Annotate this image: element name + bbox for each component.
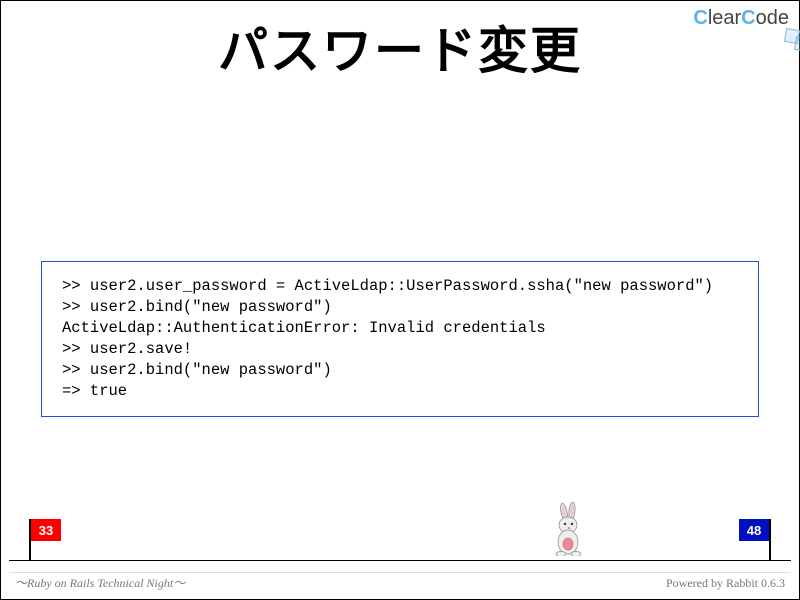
current-slide-number: 33 — [39, 523, 53, 538]
total-slide-flag: 48 — [739, 519, 769, 541]
footer-divider — [9, 572, 791, 573]
footer-powered-by: Powered by Rabbit 0.6.3 — [666, 576, 785, 591]
total-flag-pole — [769, 519, 771, 561]
total-slide-number: 48 — [747, 523, 761, 538]
slide-title: パスワード変更 — [1, 11, 799, 83]
logo-text-ode: ode — [756, 7, 789, 29]
logo-text-lear: lear — [708, 7, 741, 29]
brand-logo: ClearCode — [693, 7, 789, 30]
logo-letter-c2: C — [741, 7, 755, 29]
code-block: >> user2.user_password = ActiveLdap::Use… — [41, 261, 759, 417]
progress-baseline — [9, 560, 791, 561]
current-slide-flag: 33 — [31, 519, 61, 541]
footer-event-name: ～Ruby on Rails Technical Night～ — [15, 574, 185, 591]
logo-letter-c1: C — [693, 7, 707, 29]
rabbit-icon — [546, 502, 592, 561]
slide: ClearCode パスワード変更 >> user2.user_password… — [0, 0, 800, 600]
code-content: >> user2.user_password = ActiveLdap::Use… — [62, 276, 738, 402]
